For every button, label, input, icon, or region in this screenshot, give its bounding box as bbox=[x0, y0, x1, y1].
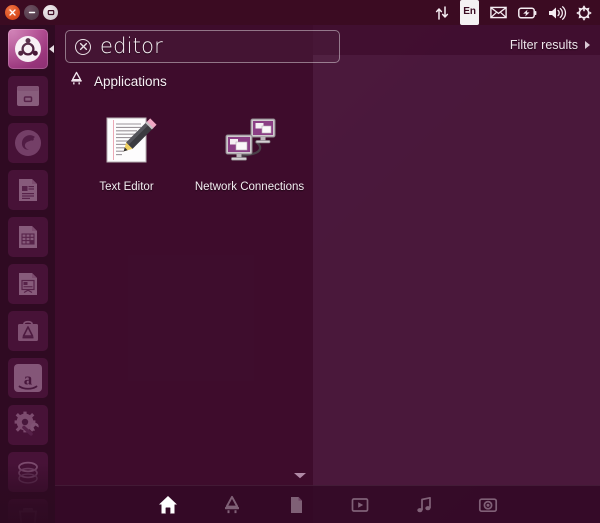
libreoffice-calc-icon bbox=[8, 217, 48, 257]
window-close-button[interactable] bbox=[5, 5, 20, 20]
keyboard-layout-icon[interactable]: En bbox=[460, 0, 479, 25]
search-input[interactable]: editor bbox=[65, 30, 340, 63]
launcher-item-workspace-switcher[interactable] bbox=[0, 448, 55, 495]
result-item-network-connections[interactable]: Network Connections bbox=[188, 100, 311, 199]
lens-button-applications[interactable] bbox=[217, 490, 247, 520]
applications-lens-icon bbox=[69, 71, 84, 91]
workspace-switcher-icon bbox=[8, 452, 48, 492]
top-panel: En bbox=[0, 0, 600, 25]
launcher-item-libreoffice-writer[interactable] bbox=[0, 166, 55, 213]
filter-results-button[interactable]: Filter results bbox=[510, 38, 590, 52]
unity-dash: editor Filter results Applications bbox=[55, 25, 600, 485]
launcher-item-software-center[interactable] bbox=[0, 307, 55, 354]
chevron-up-icon[interactable] bbox=[293, 466, 307, 484]
window-minimize-button[interactable] bbox=[24, 5, 39, 20]
launcher-item-trash[interactable] bbox=[0, 495, 55, 523]
firefox-icon bbox=[8, 123, 48, 163]
lens-button-video[interactable] bbox=[345, 490, 375, 520]
battery-icon[interactable] bbox=[518, 0, 537, 25]
search-input-value: editor bbox=[100, 36, 163, 57]
network-connections-icon bbox=[218, 108, 282, 172]
file-manager-icon bbox=[8, 76, 48, 116]
dash-results-grid: Text Editor bbox=[65, 100, 590, 199]
result-item-text-editor[interactable]: Text Editor bbox=[65, 100, 188, 199]
lens-button-home[interactable] bbox=[153, 490, 183, 520]
clear-search-icon[interactable] bbox=[75, 39, 91, 55]
chevron-right-icon bbox=[585, 41, 590, 49]
launcher-item-files[interactable] bbox=[0, 72, 55, 119]
category-header-applications[interactable]: Applications bbox=[69, 71, 167, 91]
system-settings-icon bbox=[8, 405, 48, 445]
window-maximize-button[interactable] bbox=[43, 5, 58, 20]
launcher-item-amazon[interactable]: a bbox=[0, 354, 55, 401]
speaker-volume-icon[interactable] bbox=[548, 0, 565, 25]
launcher-item-dash-home[interactable] bbox=[0, 25, 55, 72]
launcher-item-libreoffice-calc[interactable] bbox=[0, 213, 55, 260]
dash-lens-bar bbox=[55, 485, 600, 523]
network-arrows-icon[interactable] bbox=[435, 0, 449, 25]
filter-results-label: Filter results bbox=[510, 38, 578, 52]
lens-button-photos[interactable] bbox=[473, 490, 503, 520]
lens-button-files[interactable] bbox=[281, 490, 311, 520]
result-label: Text Editor bbox=[99, 181, 153, 193]
envelope-icon[interactable] bbox=[490, 0, 507, 25]
dash-search-row: editor Filter results bbox=[55, 25, 600, 67]
launcher-item-libreoffice-impress[interactable] bbox=[0, 260, 55, 307]
category-title: Applications bbox=[94, 74, 167, 89]
trash-icon bbox=[8, 499, 48, 523]
gear-power-icon[interactable] bbox=[576, 0, 592, 25]
libreoffice-writer-icon bbox=[8, 170, 48, 210]
lens-button-music[interactable] bbox=[409, 490, 439, 520]
result-label: Network Connections bbox=[195, 181, 304, 193]
amazon-icon: a bbox=[8, 358, 48, 398]
libreoffice-impress-icon bbox=[8, 264, 48, 304]
text-editor-icon bbox=[95, 108, 159, 172]
launcher-active-arrow-icon bbox=[49, 45, 54, 53]
software-center-icon bbox=[8, 311, 48, 351]
window-controls bbox=[0, 5, 58, 20]
unity-launcher: a bbox=[0, 25, 55, 523]
launcher-item-firefox[interactable] bbox=[0, 119, 55, 166]
ubuntu-logo-icon bbox=[8, 29, 48, 69]
svg-text:a: a bbox=[23, 369, 32, 388]
launcher-item-system-settings[interactable] bbox=[0, 401, 55, 448]
indicator-area: En bbox=[435, 0, 600, 25]
